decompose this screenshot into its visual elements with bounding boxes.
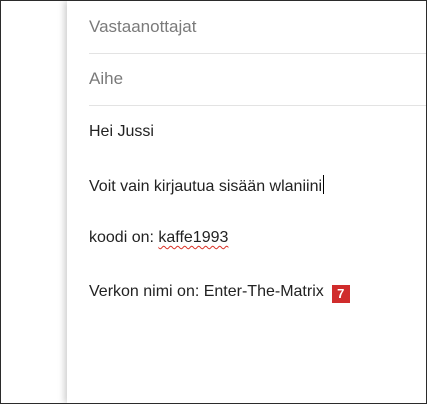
screenshot-frame: Vastaanottajat Aihe Hei Jussi Voit vain … <box>0 0 427 404</box>
recipients-placeholder: Vastaanottajat <box>89 17 197 36</box>
message-body-line-code[interactable]: koodi on: kaffe1993 <box>89 229 228 247</box>
left-background <box>1 1 67 403</box>
subject-field[interactable]: Aihe <box>89 53 426 106</box>
message-body-line-login[interactable]: Voit vain kirjautua sisään wlaniini <box>89 175 325 196</box>
network-name-text: Verkon nimi on: Enter-The-Matrix <box>89 283 324 300</box>
message-body-line-greeting[interactable]: Hei Jussi <box>89 123 154 141</box>
password-code: kaffe1993 <box>158 229 229 246</box>
annotation-number-badge: 7 <box>331 285 350 303</box>
message-body-line-network[interactable]: Verkon nimi on: Enter-The-Matrix 7 <box>89 283 350 303</box>
login-text: Voit vain kirjautua sisään wlaniini <box>89 178 323 195</box>
text-cursor <box>323 175 325 194</box>
recipients-field[interactable]: Vastaanottajat <box>89 1 426 54</box>
subject-placeholder: Aihe <box>89 69 124 88</box>
code-label: koodi on: <box>89 229 159 246</box>
greeting-text: Hei Jussi <box>89 123 154 140</box>
compose-window: Vastaanottajat Aihe Hei Jussi Voit vain … <box>67 1 426 403</box>
